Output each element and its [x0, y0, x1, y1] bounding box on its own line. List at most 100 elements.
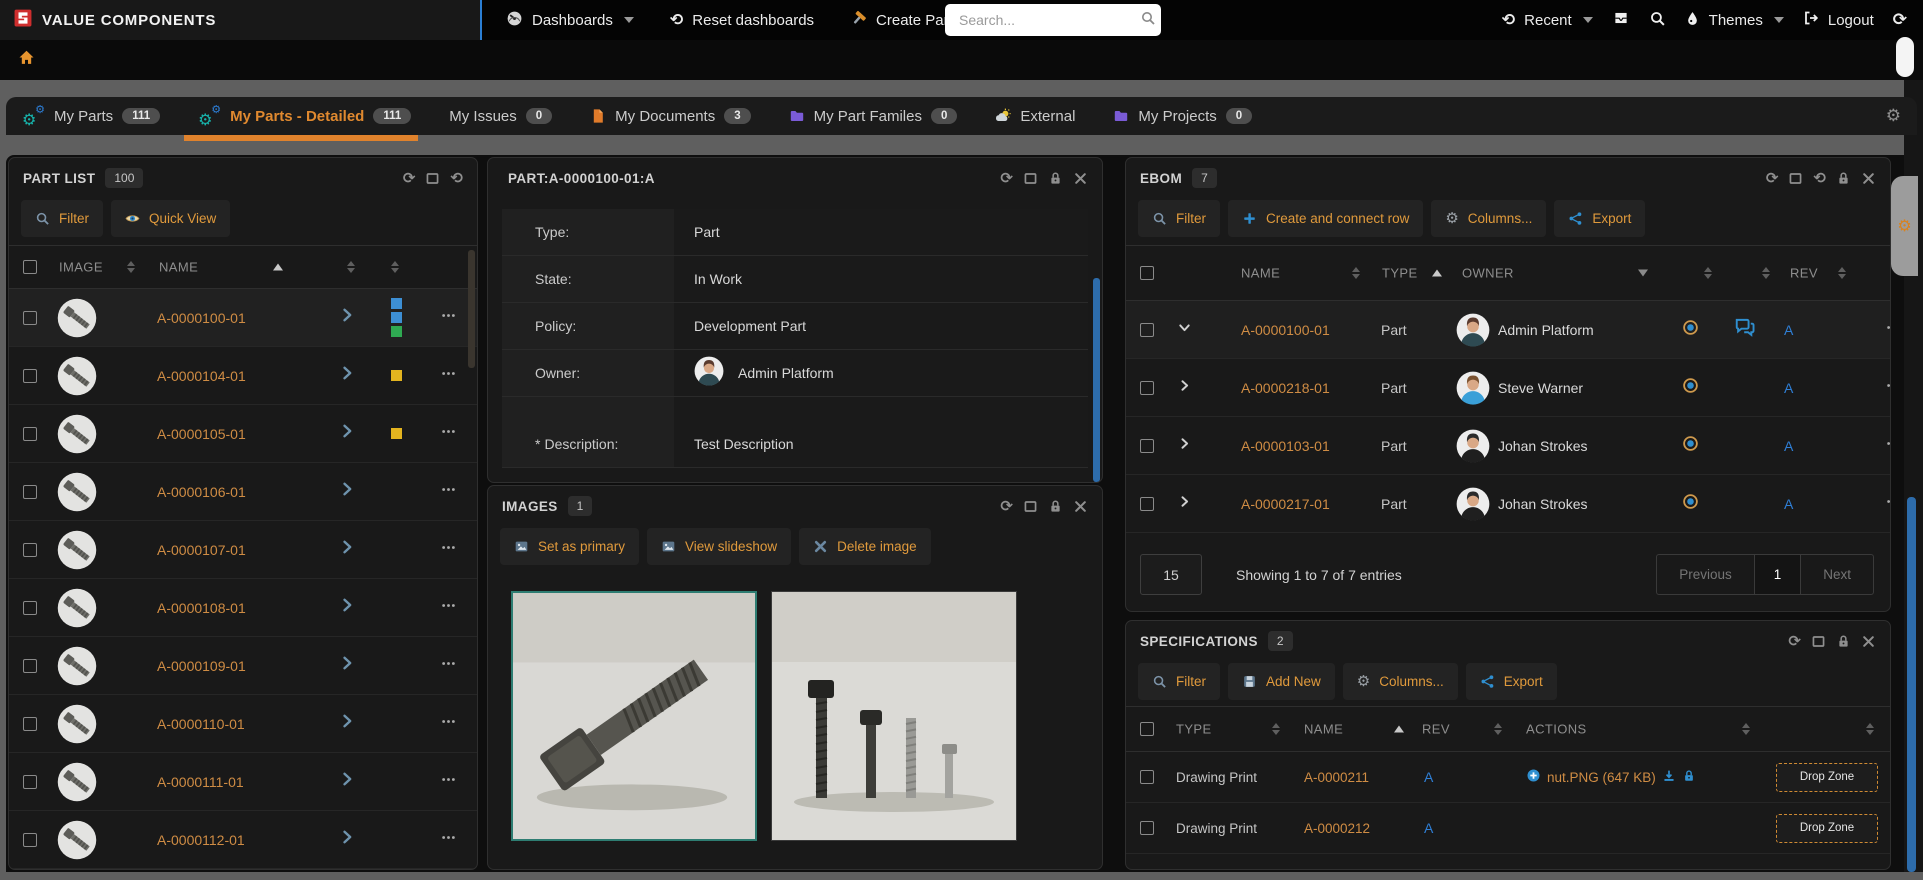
sort-asc-icon[interactable] [273, 264, 283, 271]
close-icon[interactable] [1861, 634, 1876, 649]
part-list-quick-view-button[interactable]: Quick View [111, 200, 230, 237]
bolt-photo[interactable] [511, 591, 757, 841]
spec-name-link[interactable]: A-0000211 [1304, 770, 1424, 785]
part-row[interactable]: A-0000104-01 [9, 347, 477, 405]
close-icon[interactable] [1861, 171, 1876, 186]
expand-chevron-icon[interactable] [339, 481, 391, 502]
ebom-row[interactable]: A-0000217-01PartJohan StrokesA [1126, 475, 1890, 533]
close-icon[interactable] [1073, 499, 1088, 514]
part-row[interactable]: A-0000106-01 [9, 463, 477, 521]
sort-icon[interactable] [1704, 267, 1712, 279]
specifications-columns--button[interactable]: ⚙Columns... [1343, 663, 1458, 700]
part-number-link[interactable]: A-0000109-01 [157, 658, 339, 674]
search-icon[interactable] [1140, 10, 1156, 31]
row-menu-button[interactable] [441, 540, 477, 560]
row-checkbox[interactable] [23, 311, 37, 325]
row-checkbox[interactable] [23, 775, 37, 789]
sort-icon[interactable] [1838, 267, 1846, 279]
row-checkbox[interactable] [23, 543, 37, 557]
part-row[interactable]: A-0000100-01 [9, 289, 477, 347]
part-row[interactable]: A-0000105-01 [9, 405, 477, 463]
view-eye-icon[interactable] [1682, 435, 1734, 457]
specification-row[interactable]: Drawing PrintA-0000211Anut.PNG (647 KB)D… [1126, 752, 1890, 803]
row-menu-button[interactable] [1862, 436, 1891, 456]
row-checkbox[interactable] [23, 485, 37, 499]
ebom-export-button[interactable]: Export [1554, 200, 1645, 237]
sort-icon[interactable] [1742, 723, 1750, 735]
undo-icon[interactable]: ⟲ [450, 171, 463, 186]
expand-chevron-icon[interactable] [339, 713, 391, 734]
part-list-filter-button[interactable]: Filter [21, 200, 103, 237]
part-number-link[interactable]: A-0000110-01 [157, 716, 339, 732]
revision-link[interactable]: A [1784, 496, 1862, 512]
part-number-link[interactable]: A-0000104-01 [157, 368, 339, 384]
row-checkbox[interactable] [23, 427, 37, 441]
view-eye-icon[interactable] [1682, 493, 1734, 515]
ebom-filter-button[interactable]: Filter [1138, 200, 1220, 237]
nav-recent[interactable]: ⟲ Recent [1502, 12, 1593, 29]
next-page-button[interactable]: Next [1801, 555, 1873, 594]
home-icon[interactable] [18, 49, 35, 71]
nav-sync[interactable]: ⟳ [1893, 12, 1907, 29]
revision-link[interactable]: A [1784, 322, 1862, 338]
view-eye-icon[interactable] [1682, 377, 1734, 399]
revision-link[interactable]: A [1424, 769, 1526, 785]
nav-inbox[interactable] [1612, 9, 1630, 31]
global-search[interactable] [945, 4, 1161, 36]
images-view-slideshow-button[interactable]: View slideshow [647, 528, 791, 565]
part-number-link[interactable]: A-0000107-01 [157, 542, 339, 558]
right-scrollbar-thumb[interactable] [1907, 497, 1916, 872]
expand-chevron-icon[interactable] [339, 771, 391, 792]
specifications-add-new-button[interactable]: Add New [1228, 663, 1335, 700]
refresh-icon[interactable]: ⟳ [1766, 171, 1779, 186]
expand-chevron-icon[interactable] [1178, 495, 1241, 513]
expand-chevron-icon[interactable] [339, 829, 391, 850]
lock-icon[interactable] [1836, 171, 1851, 186]
row-checkbox[interactable] [1140, 439, 1154, 453]
expand-chevron-icon[interactable] [1178, 379, 1241, 397]
revision-link[interactable]: A [1424, 820, 1526, 836]
row-checkbox[interactable] [23, 833, 37, 847]
tab-my-projects[interactable]: My Projects0 [1113, 108, 1252, 125]
revision-link[interactable]: A [1784, 380, 1862, 396]
part-number-link[interactable]: A-0000105-01 [157, 426, 339, 442]
row-checkbox[interactable] [23, 369, 37, 383]
row-menu-button[interactable] [441, 714, 477, 734]
lock-icon[interactable] [1048, 171, 1063, 186]
page-size-select[interactable]: 15 [1140, 554, 1202, 595]
part-number-link[interactable]: A-0000100-01 [1241, 322, 1381, 338]
part-row[interactable]: A-0000108-01 [9, 579, 477, 637]
settings-drawer-handle[interactable]: ⚙ [1891, 176, 1918, 276]
expand-chevron-icon[interactable] [339, 655, 391, 676]
revision-link[interactable]: A [1784, 438, 1862, 454]
row-menu-button[interactable] [441, 598, 477, 618]
select-all-checkbox[interactable] [1140, 722, 1154, 736]
tabbar-settings-gear-icon[interactable]: ⚙ [1886, 108, 1901, 125]
part-number-link[interactable]: A-0000103-01 [1241, 438, 1381, 454]
maximize-icon[interactable] [1023, 499, 1038, 514]
part-row[interactable]: A-0000112-01 [9, 811, 477, 869]
sort-icon[interactable] [1272, 723, 1280, 735]
row-checkbox[interactable] [1140, 381, 1154, 395]
sort-icon[interactable] [347, 261, 355, 273]
chat-icon[interactable] [1734, 316, 1784, 343]
row-menu-button[interactable] [1862, 320, 1891, 340]
row-checkbox[interactable] [23, 601, 37, 615]
part-number-link[interactable]: A-0000111-01 [157, 774, 339, 790]
previous-page-button[interactable]: Previous [1657, 555, 1754, 594]
attach-plus-icon[interactable] [1526, 768, 1541, 786]
refresh-icon[interactable]: ⟳ [1000, 499, 1013, 514]
expand-chevron-icon[interactable] [339, 539, 391, 560]
tab-external[interactable]: External [995, 108, 1075, 125]
part-list-scrollbar[interactable] [468, 250, 475, 368]
expand-chevron-icon[interactable] [339, 307, 391, 328]
part-row[interactable]: A-0000111-01 [9, 753, 477, 811]
ebom-create-and-connect-row-button[interactable]: Create and connect row [1228, 200, 1423, 237]
part-number-link[interactable]: A-0000218-01 [1241, 380, 1381, 396]
sort-icon[interactable] [127, 261, 135, 273]
sort-asc-icon[interactable] [1432, 270, 1442, 277]
refresh-icon[interactable]: ⟳ [1788, 634, 1801, 649]
expand-chevron-icon[interactable] [339, 365, 391, 386]
sort-icon[interactable] [1762, 267, 1770, 279]
screws-photo[interactable] [771, 591, 1017, 841]
